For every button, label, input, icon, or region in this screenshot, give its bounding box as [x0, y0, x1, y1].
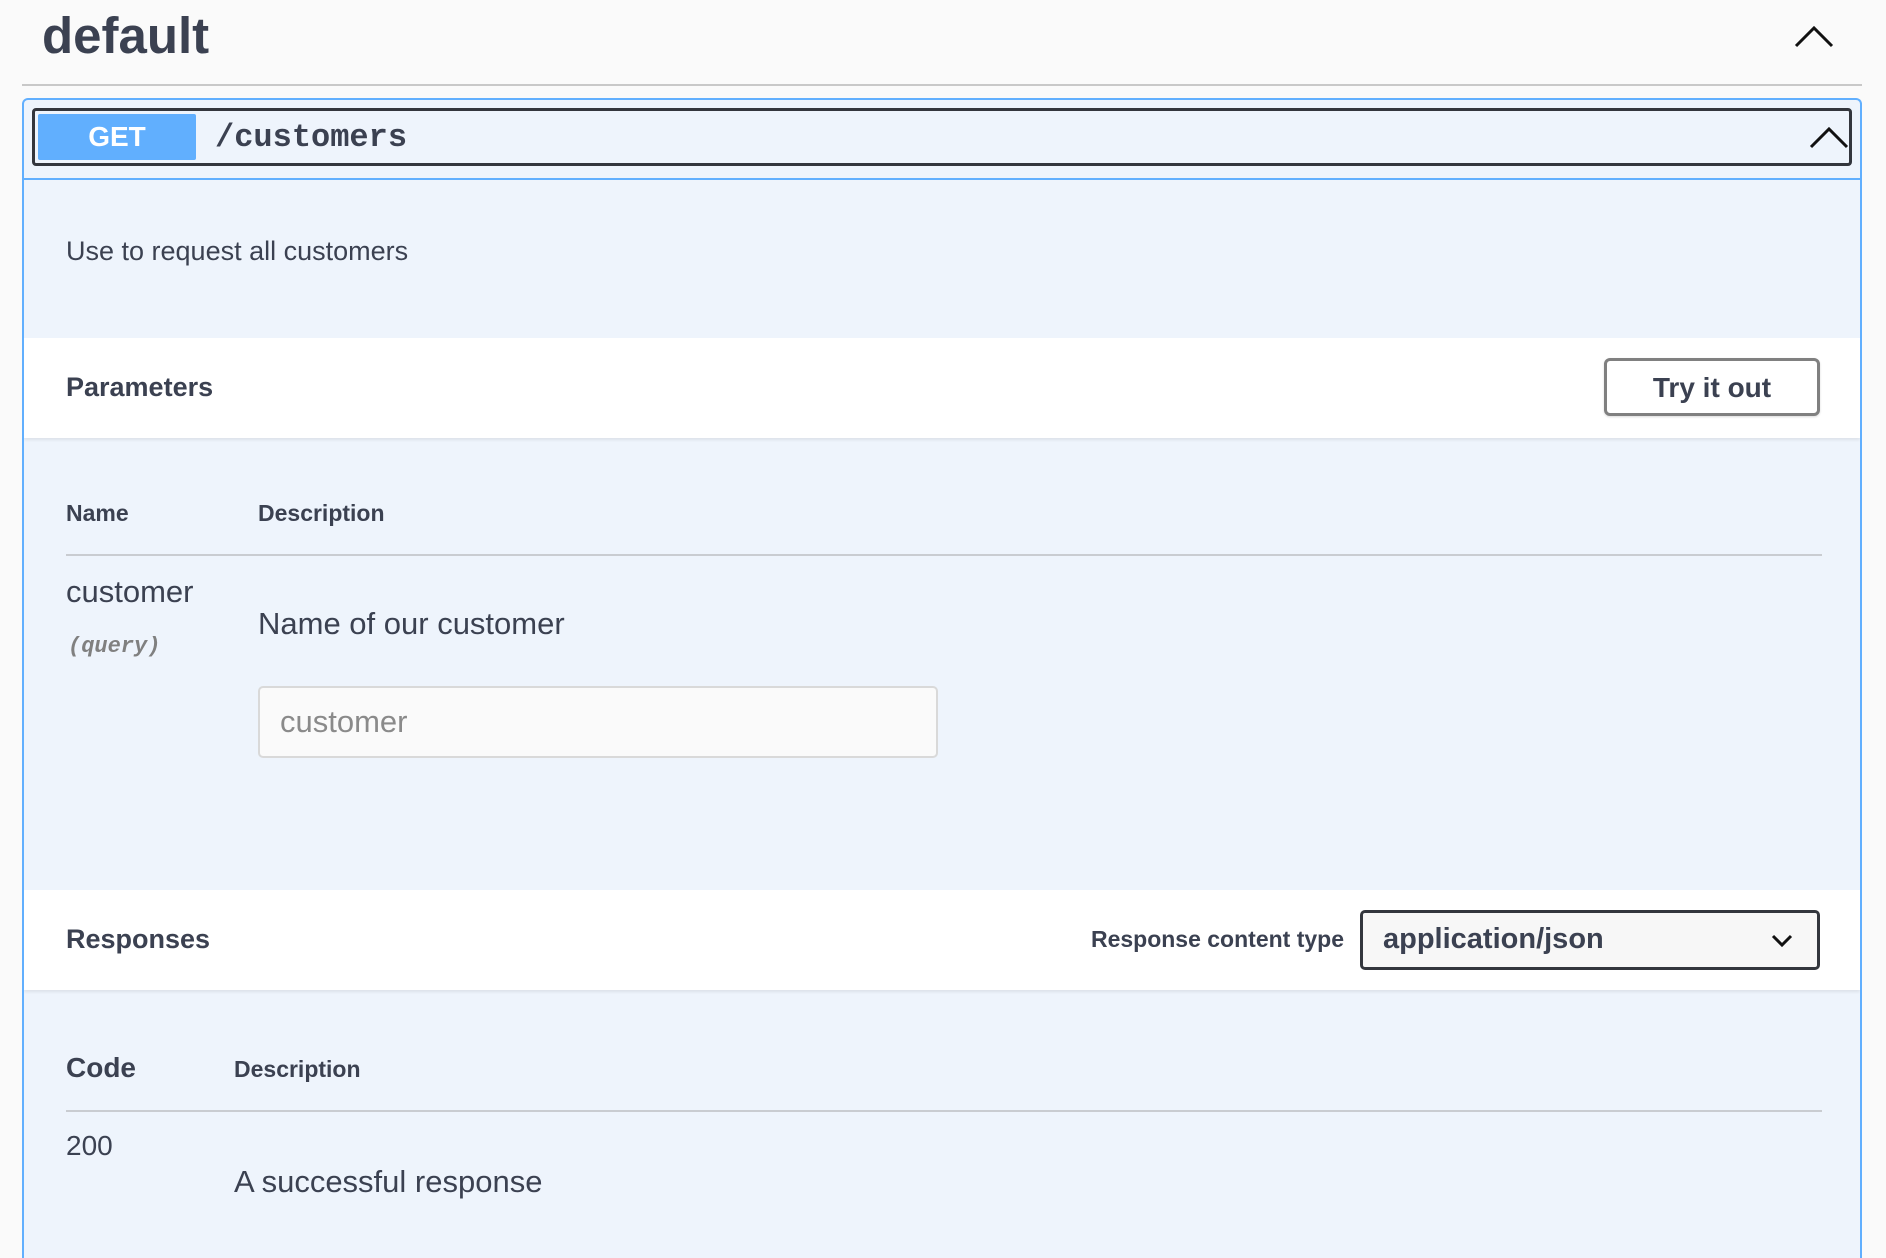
- operation-summary[interactable]: GET /customers: [24, 100, 1860, 180]
- chevron-up-icon[interactable]: [1809, 117, 1849, 157]
- operation-path: /customers: [215, 119, 408, 156]
- chevron-down-icon: [1769, 927, 1795, 953]
- column-header-code: Code: [66, 1052, 136, 1083]
- parameter-description: Name of our customer: [258, 606, 565, 641]
- customer-input[interactable]: [258, 686, 938, 758]
- content-type-select[interactable]: application/json: [1360, 910, 1820, 970]
- content-type-label: Response content type: [1090, 926, 1344, 952]
- operation-block: GET /customers Use to request all custom…: [22, 98, 1862, 1258]
- operation-description: Use to request all customers: [66, 236, 409, 266]
- responses-title: Responses: [66, 924, 211, 954]
- chevron-up-icon[interactable]: [1792, 14, 1836, 58]
- responses-header: Responses Response content type applicat…: [24, 890, 1860, 990]
- parameters-header: Parameters Try it out: [24, 338, 1860, 438]
- table-divider: [66, 1110, 1822, 1112]
- table-divider: [66, 554, 1822, 556]
- response-code: 200: [66, 1130, 113, 1161]
- column-header-response-description: Description: [234, 1056, 361, 1082]
- section-title: default: [42, 7, 210, 64]
- try-it-out-button[interactable]: Try it out: [1604, 358, 1820, 416]
- response-description: A successful response: [234, 1164, 543, 1199]
- column-header-name: Name: [66, 500, 129, 526]
- column-header-description: Description: [258, 500, 385, 526]
- method-badge: GET: [38, 114, 196, 160]
- content-type-value: application/json: [1383, 923, 1604, 955]
- parameter-location: (query): [68, 634, 161, 659]
- section-header[interactable]: default: [22, 0, 1862, 86]
- operation-summary-button[interactable]: GET /customers: [32, 108, 1852, 166]
- parameters-title: Parameters: [66, 372, 214, 402]
- parameter-name: customer: [66, 574, 194, 609]
